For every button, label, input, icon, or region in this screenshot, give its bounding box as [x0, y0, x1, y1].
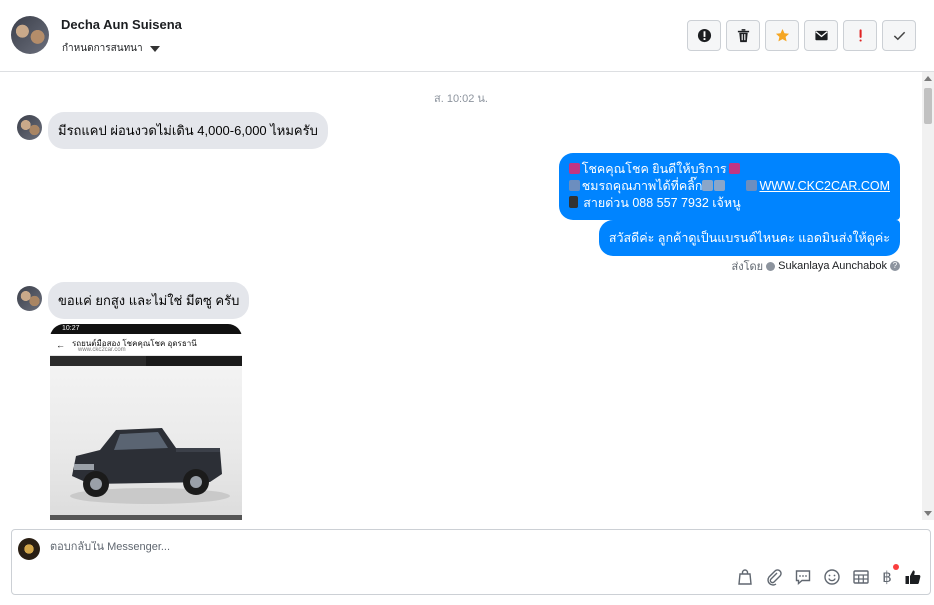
checkmark-icon — [893, 31, 905, 41]
message-text: โชคคุณโชค ยินดีให้บริการ — [581, 162, 727, 176]
sender-avatar[interactable] — [17, 115, 42, 140]
sent-by-info: ส่งโดย Sukanlaya Aunchabok ? — [732, 257, 900, 275]
message-thread[interactable]: ส. 10:02 น. มีรถแคป ผ่อนงวดไม่เดิน 4,000… — [0, 72, 922, 520]
scrollbar-thumb[interactable] — [924, 88, 932, 124]
sent-by-name: Sukanlaya Aunchabok — [778, 260, 887, 272]
exclamation-icon — [859, 29, 862, 42]
envelope-icon — [814, 30, 828, 41]
caret-down-icon — [149, 45, 160, 52]
notification-dot — [893, 564, 899, 570]
paperclip-icon[interactable] — [765, 568, 783, 586]
page-avatar — [18, 538, 40, 560]
star-icon — [775, 28, 789, 42]
scroll-up-arrow-icon[interactable] — [924, 76, 932, 81]
message-line: โชคคุณโชค ยินดีให้บริการ — [568, 161, 890, 178]
down-arrow-emoji-icon — [714, 180, 726, 191]
play-emoji-icon — [568, 180, 580, 191]
down-arrow-emoji-icon — [702, 180, 714, 191]
follow-up-button[interactable] — [843, 20, 877, 51]
screenshot-browser-bar: ← รถยนต์มือสอง โชคคุณโชค อุดรธานี www.ck… — [50, 334, 242, 356]
baht-symbol: ฿ — [882, 569, 892, 586]
shopping-bag-icon[interactable] — [736, 568, 754, 586]
sender-avatar[interactable] — [17, 286, 42, 311]
message-line: สายด่วน 088 557 7932 เจ้หนู — [568, 195, 890, 212]
outgoing-message: สวัสดีค่ะ ลูกค้าดูเป็นแบรนด์ไหนคะ แอดมิน… — [598, 220, 900, 256]
message-text: สายด่วน 088 557 7932 เจ้หนู — [583, 196, 741, 210]
contact-name[interactable]: Decha Aun Suisena — [61, 17, 182, 32]
screenshot-page-url: www.ckc2car.com — [78, 347, 126, 353]
heart-emoji-icon — [728, 163, 740, 174]
scroll-down-arrow-icon[interactable] — [924, 511, 932, 516]
outgoing-message: โชคคุณโชค ยินดีให้บริการ ชมรถคุณภาพได้ที… — [558, 153, 900, 220]
spam-button[interactable] — [687, 20, 721, 51]
pickup-truck-image — [70, 428, 230, 504]
emoji-icon[interactable] — [823, 568, 841, 586]
assign-conversation-label: กำหนดการสนทนา — [62, 43, 143, 54]
back-arrow-icon: ← — [56, 340, 65, 350]
reply-composer: ฿ — [11, 529, 931, 595]
screenshot-time: 10:27 — [62, 325, 80, 332]
delete-button[interactable] — [726, 20, 760, 51]
trash-icon — [737, 29, 749, 43]
help-icon[interactable]: ? — [890, 261, 900, 271]
phone-emoji-icon — [568, 196, 578, 208]
alert-circle-icon — [697, 28, 711, 43]
sent-by-label: ส่งโดย — [731, 261, 764, 273]
contact-avatar[interactable] — [11, 16, 49, 54]
composer-tools: ฿ — [736, 564, 922, 586]
website-link[interactable]: WWW.CKC2CAR.COM — [759, 179, 890, 193]
incoming-message: ขอแค่ ยกสูง และไม่ใช่ มีตซู ครับ — [48, 282, 250, 319]
assign-conversation-dropdown[interactable]: กำหนดการสนทนา — [62, 41, 160, 56]
mark-done-button[interactable] — [882, 20, 916, 51]
message-timestamp: ส. 10:02 น. — [434, 93, 488, 105]
saved-reply-icon[interactable] — [794, 568, 812, 586]
message-text: ชมรถคุณภาพได้ที่คลิ๊ก — [581, 179, 703, 193]
like-icon[interactable] — [904, 568, 922, 586]
reply-input[interactable] — [50, 541, 650, 553]
play-emoji-icon — [746, 180, 758, 191]
thread-scrollbar[interactable] — [922, 72, 934, 520]
table-icon[interactable] — [852, 568, 870, 586]
heart-emoji-icon — [568, 163, 580, 174]
star-button[interactable] — [765, 20, 799, 51]
screenshot-status-bar: 10:27 — [50, 324, 242, 334]
verified-icon — [766, 261, 776, 271]
incoming-message: มีรถแคป ผ่อนงวดไม่เดิน 4,000-6,000 ไหมคร… — [48, 112, 328, 149]
message-line: ชมรถคุณภาพได้ที่คลิ๊ก WWW.CKC2CAR.COM — [568, 178, 890, 195]
header-actions — [687, 20, 916, 51]
mark-unread-button[interactable] — [804, 20, 838, 51]
image-attachment[interactable]: 10:27 ← รถยนต์มือสอง โชคคุณโชค อุดรธานี … — [50, 324, 242, 520]
photo-strip — [50, 515, 242, 520]
car-photo — [50, 356, 242, 520]
conversation-header: Decha Aun Suisena กำหนดการสนทนา — [0, 0, 934, 72]
baht-payment-icon[interactable]: ฿ — [881, 564, 899, 586]
